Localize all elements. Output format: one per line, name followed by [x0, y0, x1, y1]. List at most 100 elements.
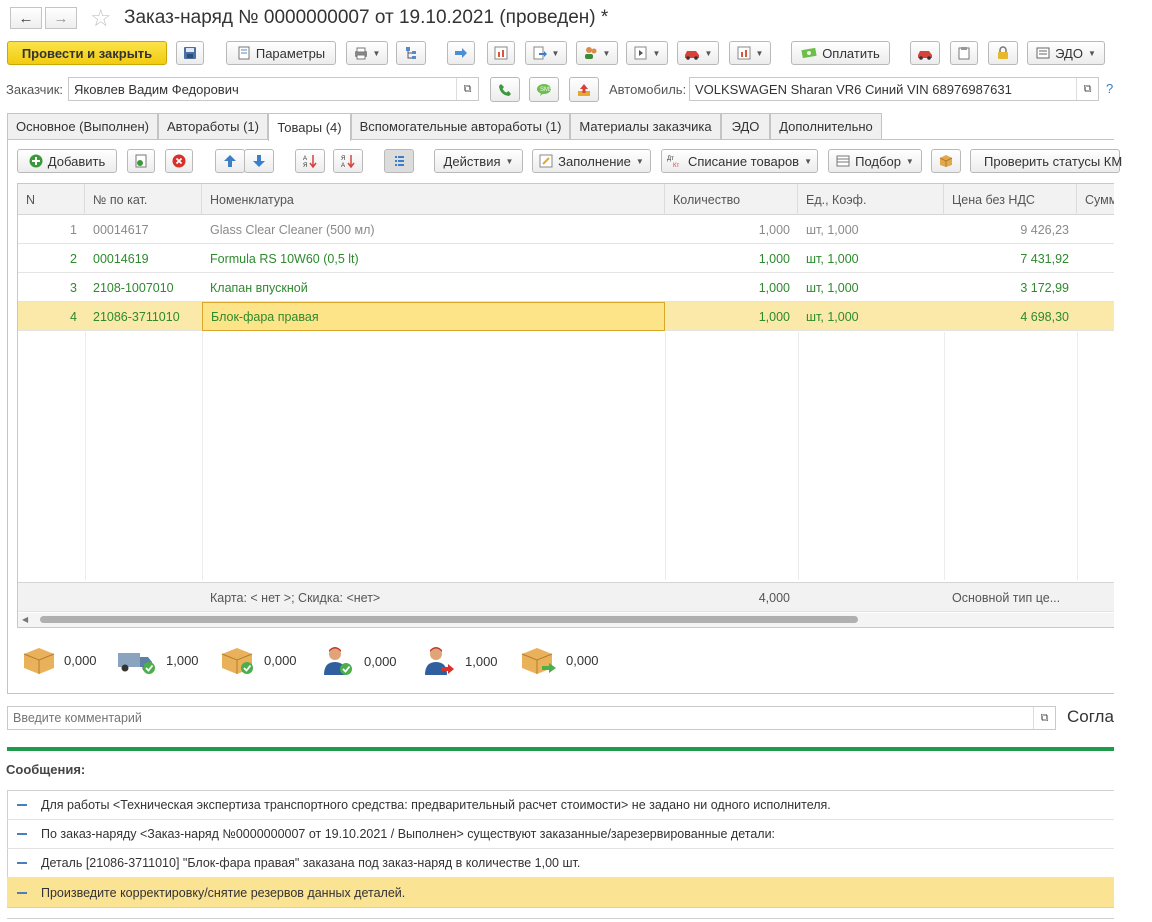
message-text: Для работы <Техническая экспертиза транс… — [41, 798, 831, 812]
table-row[interactable]: 3 2108-1007010 Клапан впускной 1,000 шт,… — [18, 273, 1114, 302]
printer-icon — [354, 47, 367, 60]
move-up-button[interactable] — [215, 149, 245, 173]
col-header-sum[interactable]: Сумма — [1077, 184, 1114, 215]
pick-menu-button[interactable]: Подбор ▼ — [828, 149, 922, 173]
report-button[interactable] — [487, 41, 515, 65]
edo-icon — [1036, 47, 1050, 59]
actions-menu-button[interactable]: Действия ▼ — [434, 149, 523, 173]
comment-input-wrapper[interactable]: ⧉ — [7, 706, 1056, 730]
open-form-icon[interactable]: ⧉ — [456, 78, 478, 100]
table-row-selected[interactable]: 4 21086-3711010 Блок-фара правая 1,000 ш… — [18, 302, 1114, 331]
car-field[interactable]: VOLKSWAGEN Sharan VR6 Синий VIN 68976987… — [689, 77, 1099, 101]
forward-button[interactable]: → — [45, 7, 77, 29]
package-button[interactable] — [931, 149, 961, 173]
cell-nomenclature-active[interactable]: Блок-фара правая — [202, 302, 665, 331]
tab-additional[interactable]: Дополнительно — [770, 113, 882, 139]
chevron-down-icon: ▼ — [635, 156, 644, 166]
tab-main[interactable]: Основное (Выполнен) — [7, 113, 158, 139]
arrow-up-icon — [224, 155, 236, 167]
col-header-quantity[interactable]: Количество — [665, 184, 798, 215]
upload-button[interactable] — [569, 77, 599, 102]
post-and-close-button[interactable]: Провести и закрыть — [7, 41, 167, 65]
open-comment-icon[interactable]: ⧉ — [1033, 707, 1055, 729]
scroll-left-icon[interactable]: ◀ — [22, 615, 30, 624]
arrow-right-blue-icon — [455, 48, 467, 58]
forward-arrow-icon: → — [53, 9, 69, 27]
sort-desc-button[interactable]: ЯА — [333, 149, 363, 173]
pay-label: Оплатить — [822, 45, 880, 61]
customer-field[interactable]: Яковлев Вадим Федорович ⧉ — [68, 77, 479, 101]
favorite-star-icon[interactable]: ☆ — [90, 4, 112, 33]
arrow-down-icon — [253, 155, 265, 167]
col-header-unit[interactable]: Ед., Коэф. — [798, 184, 944, 215]
horizontal-scrollbar[interactable]: ◀ — [18, 613, 1114, 627]
car-button[interactable] — [910, 41, 940, 65]
table-header: N № по кат. Номенклатура Количество Ед.,… — [18, 184, 1114, 215]
move-down-button[interactable] — [244, 149, 274, 173]
check-km-status-button[interactable]: Проверить статусы КМ — [970, 149, 1123, 173]
writeoff-menu-button[interactable]: Дт Кт Списание товаров ▼ — [661, 149, 818, 173]
sms-button[interactable]: SMS — [529, 77, 559, 102]
save-button[interactable] — [176, 41, 204, 65]
stat-value: 0,000 — [566, 652, 599, 668]
delete-row-button[interactable] — [165, 149, 193, 173]
lock-button[interactable] — [988, 41, 1018, 65]
sort-descending-icon: ЯА — [341, 155, 355, 168]
add-row-button[interactable]: Добавить — [17, 149, 117, 173]
scrollbar-thumb[interactable] — [40, 616, 858, 623]
fill-menu-button[interactable]: Заполнение ▼ — [532, 149, 651, 173]
svg-text:SMS: SMS — [540, 87, 552, 93]
package-icon — [939, 155, 953, 167]
table-pick-icon — [836, 155, 850, 167]
svg-text:Я: Я — [341, 156, 345, 162]
table-row[interactable]: 2 00014619 Formula RS 10W60 (0,5 lt) 1,0… — [18, 244, 1114, 273]
check-km-label: Проверить статусы КМ — [984, 153, 1123, 169]
table-row[interactable]: 1 00014617 Glass Clear Cleaner (500 мл) … — [18, 215, 1114, 244]
goods-table: N № по кат. Номенклатура Количество Ед.,… — [17, 183, 1114, 628]
tab-autoworks[interactable]: Автоработы (1) — [158, 113, 268, 139]
col-header-n[interactable]: N — [18, 184, 85, 215]
document-menu-button[interactable]: ▼ — [626, 41, 668, 65]
col-header-price[interactable]: Цена без НДС — [944, 184, 1077, 215]
call-button[interactable] — [490, 77, 520, 102]
comment-input[interactable] — [8, 707, 1028, 729]
fill-form-icon — [539, 154, 553, 168]
back-button[interactable]: ← — [10, 7, 42, 29]
message-item-selected[interactable]: Произведите корректировку/снятие резерво… — [7, 878, 1114, 907]
open-form-icon[interactable]: ⧉ — [1076, 78, 1098, 100]
document-settings-icon — [238, 46, 250, 60]
parameters-label: Параметры — [255, 45, 326, 61]
document-play-icon — [634, 46, 647, 60]
help-icon[interactable]: ? — [1106, 81, 1113, 96]
edo-button[interactable]: ЭДО ▼ — [1027, 41, 1105, 65]
print-button[interactable]: ▼ — [346, 41, 388, 65]
list-view-toggle[interactable] — [384, 149, 414, 173]
message-item[interactable]: По заказ-наряду <Заказ-наряд №0000000007… — [7, 820, 1114, 849]
go-forward-doc-button[interactable] — [447, 41, 475, 65]
tab-edo[interactable]: ЭДО — [721, 113, 770, 139]
create-based-button[interactable]: ▼ — [525, 41, 567, 65]
parameters-button[interactable]: Параметры — [226, 41, 336, 65]
pay-button[interactable]: Оплатить — [791, 41, 890, 65]
svg-text:Кт: Кт — [673, 163, 679, 168]
message-item[interactable]: Для работы <Техническая экспертиза транс… — [7, 791, 1114, 820]
copy-row-button[interactable] — [127, 149, 155, 173]
chevron-down-icon: ▼ — [372, 48, 381, 58]
cell-n: 1 — [70, 222, 77, 237]
box-icon — [23, 648, 55, 674]
sort-asc-button[interactable]: АЯ — [295, 149, 325, 173]
tab-aux-autoworks[interactable]: Вспомогательные автоработы (1) — [351, 113, 570, 139]
users-button[interactable]: ▼ — [576, 41, 618, 65]
col-header-catalog[interactable]: № по кат. — [85, 184, 202, 215]
clipboard-button[interactable] — [950, 41, 978, 65]
col-header-nomenclature[interactable]: Номенклатура — [202, 184, 665, 215]
tab-goods[interactable]: Товары (4) — [268, 113, 351, 141]
message-item[interactable]: Деталь [21086-3711010] "Блок-фара правая… — [7, 849, 1114, 878]
cell-quantity: 1,000 — [758, 280, 790, 295]
tab-customer-materials[interactable]: Материалы заказчика — [570, 113, 721, 139]
vehicle-menu-button[interactable]: ▼ — [677, 41, 719, 65]
message-marker-icon — [17, 891, 27, 894]
sort-ascending-icon: АЯ — [303, 155, 317, 168]
reports-menu-button[interactable]: ▼ — [729, 41, 771, 65]
structure-button[interactable] — [396, 41, 426, 65]
